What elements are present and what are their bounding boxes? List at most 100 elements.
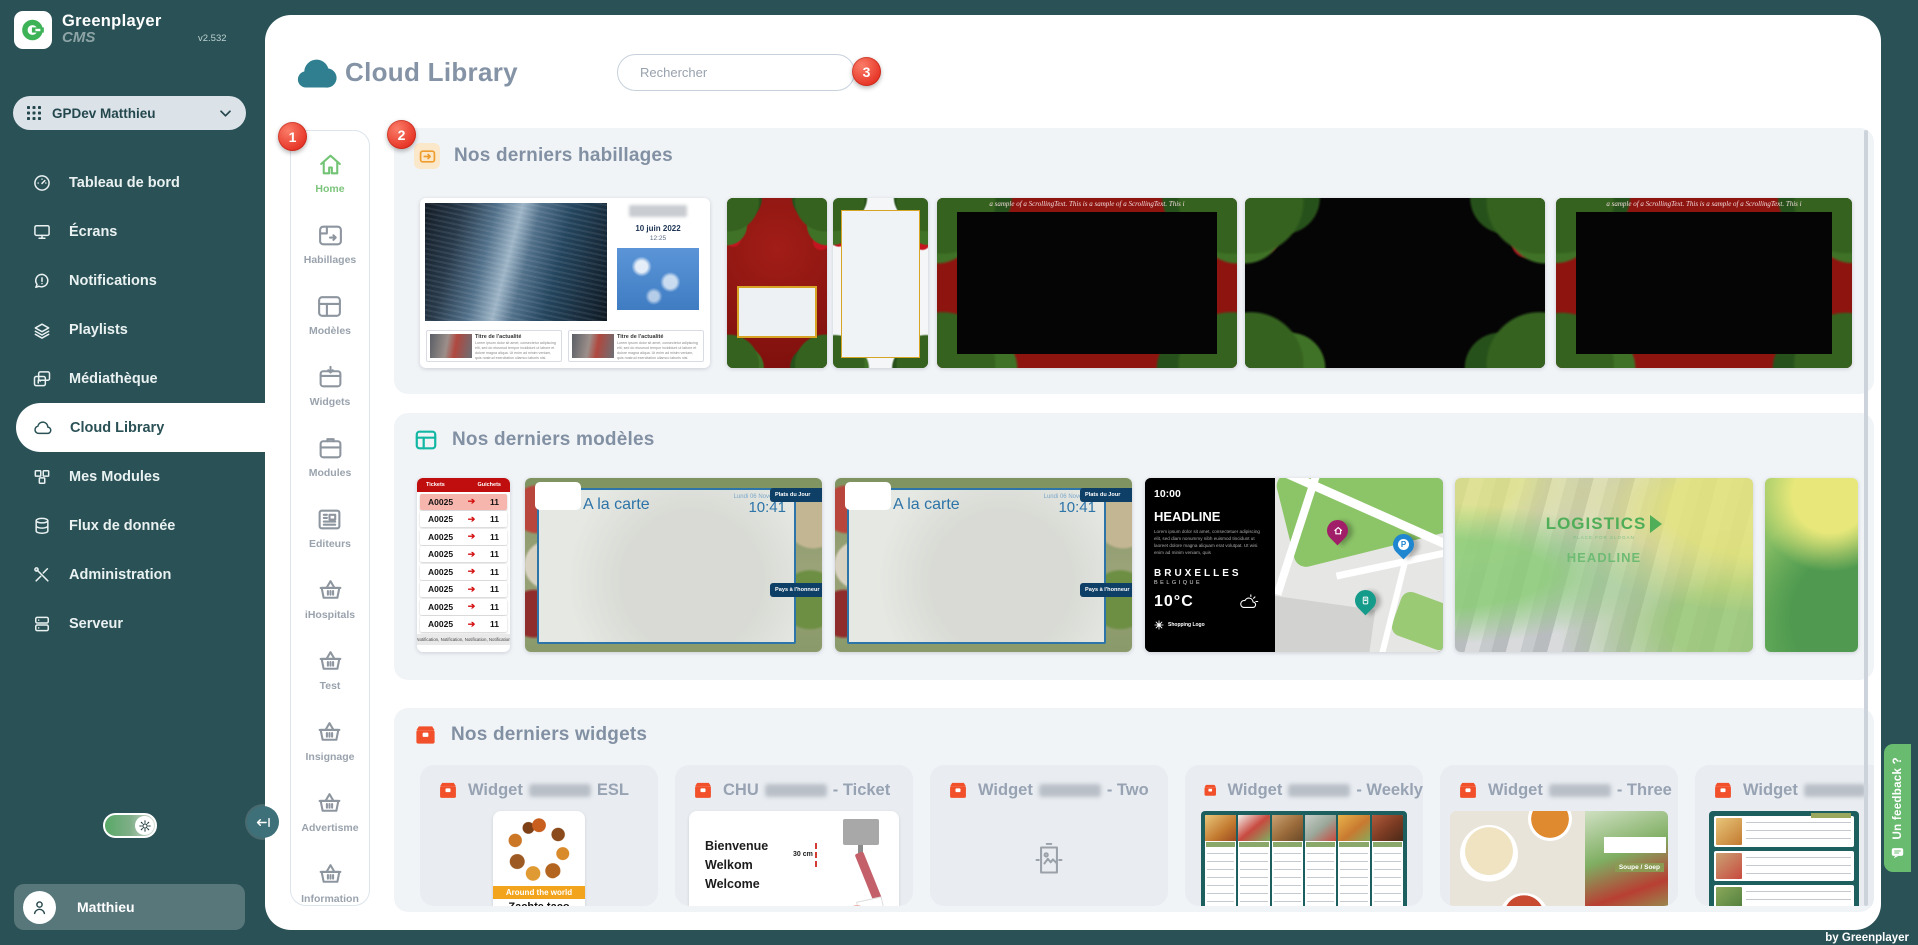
rail-item-advertisme[interactable]: Advertisme	[301, 790, 358, 834]
rail-item-insignage[interactable]: Insignage	[305, 719, 354, 763]
theme-toggle[interactable]	[103, 813, 157, 838]
modele-thumbnail-tickets[interactable]: Tickets Guichets A0025➔11 A0025➔11 A0025…	[417, 478, 510, 652]
rail-item-test[interactable]: Test	[317, 648, 344, 692]
widget-card-two[interactable]: Widget- Two	[930, 765, 1168, 906]
widget-title-suffix: - Ticket	[833, 781, 890, 800]
widget-card-partial[interactable]: Widget	[1695, 765, 1874, 906]
rail-item-label: Insignage	[305, 751, 354, 763]
section-widgets: Nos derniers widgets WidgetESL Around th…	[394, 708, 1874, 912]
main-content-card: Cloud Library 3 Home Habillages Modèles …	[265, 15, 1881, 930]
sky-photo	[617, 248, 699, 310]
habillages-section-icon	[414, 143, 440, 169]
menu-time: 10:41	[1044, 500, 1096, 515]
workspace-select[interactable]: GPDev Matthieu	[13, 96, 246, 130]
rail-item-information[interactable]: Information	[301, 861, 359, 905]
widget-title-prefix: Widget	[1743, 781, 1798, 800]
content-scrollbar[interactable]	[1864, 130, 1868, 906]
scrolling-text: a sample of a ScrollingText. This is a s…	[937, 200, 1237, 208]
cloud-icon	[33, 418, 53, 438]
rail-item-habillages[interactable]: Habillages	[304, 222, 357, 266]
rail-item-ihospitals[interactable]: iHospitals	[305, 577, 355, 621]
rail-item-modeles[interactable]: Modèles	[309, 293, 351, 337]
menu-panel: A la carte Lundi 06 Novembre 10:41	[847, 488, 1106, 644]
section-modeles-header: Nos derniers modèles	[414, 428, 655, 452]
logistics-text: LOGISTICS PLACE FOR SLOGAN HEADLINE	[1455, 514, 1753, 565]
habillage-thumbnail-city[interactable]: 10 juin 2022 12:25 Titre de l'actualité …	[420, 198, 710, 368]
person-icon	[30, 898, 49, 917]
sidebar-item-mediatheque[interactable]: Médiathèque	[0, 354, 265, 403]
news-title: Titre de l'actualité	[617, 334, 700, 340]
widget-card-weekly[interactable]: Widget- Weekly	[1185, 765, 1423, 906]
server-icon	[32, 614, 52, 634]
basket-icon	[317, 861, 344, 888]
user-profile[interactable]: Matthieu	[14, 884, 245, 930]
modele-thumbnail-green[interactable]	[1765, 478, 1858, 652]
widget-box-icon	[438, 780, 458, 800]
arrow-icon: ➔	[468, 496, 476, 507]
rail-item-editeurs[interactable]: Editeurs	[309, 506, 351, 550]
widget-thumbnail: Around the world Zachte taco	[493, 811, 585, 906]
sidebar-item-flux-de-donnee[interactable]: Flux de donnée	[0, 501, 265, 550]
habillage-thumbnail-xmas-white-portrait[interactable]	[833, 198, 928, 368]
content-placeholder	[841, 210, 920, 358]
snowflake-logo-icon	[1154, 620, 1164, 630]
city-side-column: 10 juin 2022 12:25	[614, 205, 702, 310]
search-input[interactable]	[617, 54, 855, 91]
widget-box-icon	[1203, 780, 1218, 800]
habillage-thumbnail-xmas-red-portrait[interactable]	[727, 198, 827, 368]
sidebar-item-serveur[interactable]: Serveur	[0, 599, 265, 648]
basket-icon	[316, 790, 343, 817]
rail-item-widgets[interactable]: Widgets	[310, 364, 351, 408]
grid-icon	[27, 106, 41, 120]
menu-title: A la carte	[893, 496, 960, 514]
brand-name: Greenplayer	[62, 12, 162, 30]
greenplayer-logo[interactable]	[14, 11, 52, 49]
sidebar-item-tableau-de-bord[interactable]: Tableau de bord	[0, 158, 265, 207]
sidebar-item-cloud-library[interactable]: Cloud Library	[16, 403, 265, 452]
ticket-row: A0025➔11	[420, 616, 507, 632]
avatar	[23, 891, 56, 924]
rail-item-modules[interactable]: Modules	[309, 435, 352, 479]
redacted-text	[1804, 784, 1866, 797]
sidebar-collapse-button[interactable]	[247, 806, 279, 838]
modele-thumbnail-headline-map[interactable]: 10:00 HEADLINE Lorem ipsum dolor sit ame…	[1145, 478, 1443, 652]
widget-card-esl[interactable]: WidgetESL Around the world Zachte taco	[420, 765, 658, 906]
feedback-tab[interactable]: Un feedback ?	[1884, 744, 1911, 872]
sidebar-item-mes-modules[interactable]: Mes Modules	[0, 452, 265, 501]
widget-title-suffix: ESL	[597, 781, 629, 800]
widget-title-prefix: Widget	[1228, 781, 1283, 800]
col-tickets: Tickets	[426, 482, 445, 488]
habillage-thumbnail-xmas-frame[interactable]: a sample of a ScrollingText. This is a s…	[937, 198, 1237, 368]
widget-card-three[interactable]: Widget- Three Soupe / Soep AUBERGINESOEP	[1440, 765, 1678, 906]
habillage-thumbnail-xmas-black[interactable]	[1245, 198, 1545, 368]
sidebar-item-administration[interactable]: Administration	[0, 550, 265, 599]
rail-item-label: Modèles	[309, 325, 351, 337]
habillage-thumbnail-xmas-frame[interactable]: a sample of a ScrollingText. This is a s…	[1556, 198, 1852, 368]
ribbon-pays-honneur: Pays à l'honneur	[770, 583, 822, 597]
sidebar-item-playlists[interactable]: Playlists	[0, 305, 265, 354]
headline-city: BRUXELLES	[1154, 568, 1266, 579]
logistics-headline: HEADLINE	[1455, 550, 1753, 565]
section-widgets-header: Nos derniers widgets	[414, 723, 647, 746]
scrolling-text: a sample of a ScrollingText. This is a s…	[1556, 200, 1852, 208]
rail-item-home[interactable]: Home	[315, 151, 344, 195]
widget-card-chu-ticket[interactable]: CHU- Ticket Bienvenue Welkom Welcome 30 …	[675, 765, 913, 906]
sidebar-item-ecrans[interactable]: Écrans	[0, 207, 265, 256]
home-icon	[317, 151, 344, 178]
menu-notch	[535, 482, 581, 510]
arrow-icon: ➔	[468, 619, 476, 630]
arrow-icon: ➔	[468, 549, 476, 560]
chat-icon	[1891, 847, 1904, 859]
menu-panel: A la carte Lundi 06 Novembre 10:41	[537, 488, 796, 644]
modele-thumbnail-alacarte[interactable]: A la carte Lundi 06 Novembre 10:41 Plats…	[835, 478, 1132, 652]
modele-thumbnail-alacarte[interactable]: A la carte Lundi 06 Novembre 10:41 Plats…	[525, 478, 822, 652]
ticket-screen	[843, 819, 879, 845]
tickets-header: Tickets Guichets	[417, 478, 510, 492]
sidebar-item-notifications[interactable]: Notifications	[0, 256, 265, 305]
sidebar-item-label: Écrans	[69, 224, 117, 240]
measure-dash	[815, 843, 817, 867]
menu-tag	[1811, 813, 1851, 818]
widget-title-suffix: - Three	[1617, 781, 1672, 800]
modele-thumbnail-logistics[interactable]: LOGISTICS PLACE FOR SLOGAN HEADLINE	[1455, 478, 1753, 652]
food-photo	[506, 816, 572, 882]
